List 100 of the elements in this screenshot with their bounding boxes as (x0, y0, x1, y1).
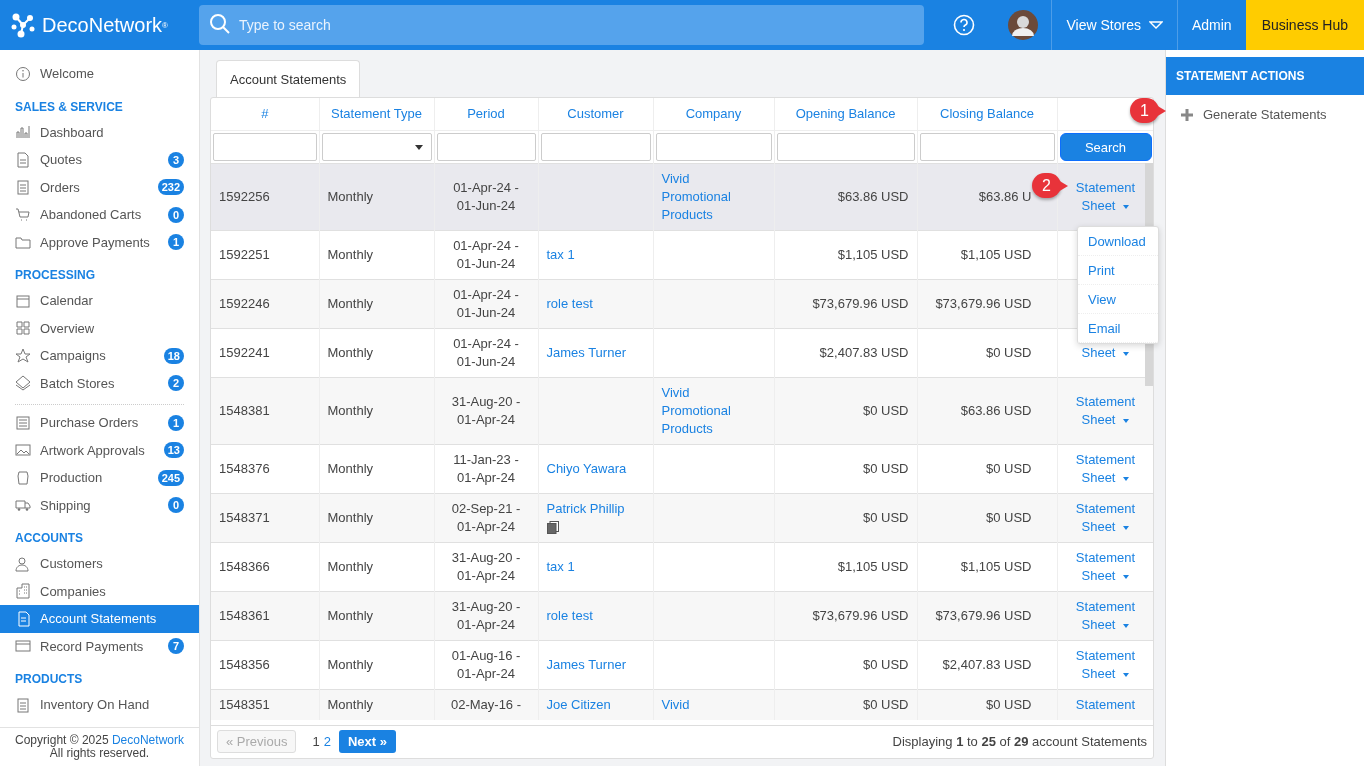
menu-item[interactable]: Email (1078, 313, 1158, 343)
brand-name[interactable]: DecoNetwork$^{®}$ (42, 10, 168, 40)
date-text: 01-Apr-24 (456, 411, 516, 429)
statement-sheet-link[interactable]: Statement (1071, 696, 1140, 714)
filter-dropdown[interactable] (321, 133, 432, 161)
column-header[interactable]: Company (653, 97, 774, 131)
sidebar-item[interactable]: Companies (0, 577, 199, 605)
statement-sheet-link[interactable]: Statement Sheet (1071, 451, 1140, 487)
table-cell: $0 USD (862, 657, 909, 672)
sidebar-item[interactable]: Dashboard (0, 118, 199, 146)
column-header[interactable]: Opening Balance (774, 97, 917, 131)
customer-link[interactable]: tax 1 (546, 247, 575, 262)
sidebar-item[interactable]: Inventory On Hand (0, 691, 199, 719)
generate-statements-link[interactable]: Generate Statements (1203, 105, 1327, 125)
statement-sheet-link[interactable]: Statement Sheet (1071, 500, 1140, 536)
caret-icon (1148, 20, 1163, 30)
date-text: 01-Apr-24 - (452, 237, 520, 255)
customer-link[interactable]: James Turner (546, 345, 626, 360)
sidebar-item[interactable]: Batch Stores 2 (0, 369, 199, 397)
table-cell: Monthly (327, 510, 374, 525)
column-header[interactable]: Period (434, 97, 538, 131)
date-text: 11-Jan-23 - (452, 451, 520, 469)
filter-field[interactable] (655, 133, 772, 161)
menu-item[interactable]: View (1078, 284, 1158, 314)
sidebar-item[interactable]: Record Payments 7 (0, 632, 199, 660)
table-cell: Monthly (327, 461, 374, 476)
section-heading: SALES & SERVICE (14, 98, 124, 116)
page-link[interactable]: 1 (312, 731, 320, 752)
search-button[interactable]: Search (1059, 133, 1152, 161)
statement-sheet-link[interactable]: Statement Sheet (1071, 179, 1140, 215)
business-hub-link[interactable]: Business Hub (1245, 0, 1364, 50)
statement-sheet-link[interactable]: Statement Sheet (1071, 549, 1140, 585)
company-link[interactable]: DecoNetwork (111, 733, 184, 747)
table-cell: 1548381 (219, 403, 270, 418)
sidebar-item[interactable]: Orders 232 (0, 173, 199, 201)
sidebar-item[interactable]: Approve Payments 1 (0, 228, 199, 256)
filter-field[interactable] (213, 133, 317, 161)
page-link[interactable]: 2 (323, 731, 331, 752)
filter-field[interactable] (436, 133, 536, 161)
customer-link[interactable]: tax 1 (546, 559, 575, 574)
avatar[interactable] (1008, 10, 1039, 40)
sidebar-item[interactable]: Quotes 3 (0, 146, 199, 174)
item-label: Purchase Orders (40, 414, 139, 432)
item-label: Welcome (40, 65, 94, 83)
sidebar-item[interactable]: Account Statements (0, 605, 199, 633)
sidebar-item[interactable]: Artwork Approvals 13 (0, 436, 199, 464)
date-text: 01-Apr-24 (456, 665, 516, 683)
customer-link[interactable]: James Turner (546, 657, 626, 672)
sidebar-item[interactable]: Calendar (0, 287, 199, 315)
info-icon (15, 65, 31, 82)
item-label: Approve Payments (40, 233, 150, 252)
copy-icon[interactable] (546, 521, 559, 535)
count-badge: 0 (168, 497, 184, 514)
sidebar-item[interactable]: Production 245 (0, 464, 199, 492)
menu-item[interactable]: Download (1078, 226, 1158, 256)
count-badge: 232 (157, 179, 184, 196)
table-cell: $0 USD (985, 345, 1032, 360)
sidebar-item[interactable]: Customers (0, 550, 199, 578)
customer-link[interactable]: role test (546, 608, 593, 623)
search-field[interactable]: Type to search (198, 5, 924, 45)
company-link[interactable]: Vivid Promotional Products (661, 170, 744, 224)
filter-field[interactable] (540, 133, 651, 161)
image-icon (15, 442, 31, 459)
table-cell: $73,679.96 USD (935, 608, 1032, 623)
count-badge: 1 (168, 234, 184, 251)
sidebar-item[interactable]: Campaigns 18 (0, 342, 199, 370)
customer-link[interactable]: Patrick Phillip (546, 501, 625, 516)
sidebar-item[interactable]: Welcome (0, 60, 199, 88)
statement-sheet-link[interactable]: Statement Sheet (1071, 393, 1140, 429)
customer-link[interactable]: role test (546, 296, 593, 311)
company-link[interactable]: Vivid Promotional Products (661, 384, 744, 438)
help-icon[interactable] (952, 14, 975, 36)
table-cell: Monthly (327, 697, 374, 712)
sidebar-item[interactable]: Abandoned Carts 0 (0, 201, 199, 229)
column-header[interactable]: Statement Type (319, 97, 434, 131)
statement-sheet-link[interactable]: Sheet (1071, 344, 1140, 362)
table-cell: 1548351 (219, 697, 270, 712)
table-cell: Monthly (327, 247, 374, 262)
column-header[interactable]: # (211, 97, 319, 131)
previous-button[interactable]: « Previous (217, 729, 297, 754)
table-cell: $1,105 USD (960, 559, 1032, 574)
sidebar-item[interactable]: Purchase Orders 1 (0, 409, 199, 437)
table-cell: 1592241 (219, 345, 270, 360)
company-link[interactable]: Vivid (661, 696, 744, 714)
tab[interactable]: Account Statements (216, 60, 361, 97)
sidebar-item[interactable]: Shipping 0 (0, 491, 199, 519)
filter-field[interactable] (776, 133, 915, 161)
statement-sheet-link[interactable]: Statement Sheet (1071, 647, 1140, 683)
statement-sheet-link[interactable]: Statement Sheet (1071, 598, 1140, 634)
column-header[interactable]: Closing Balance (917, 97, 1057, 131)
pagination-summary: Displaying 1 to 25 of 29 account Statements (892, 732, 1147, 751)
customer-link[interactable]: Chiyo Yawara (546, 461, 627, 476)
customer-link[interactable]: Joe Citizen (546, 697, 611, 712)
table-cell: Monthly (327, 559, 374, 574)
next-button[interactable]: Next » (338, 729, 396, 754)
sidebar-item[interactable]: Overview (0, 314, 199, 342)
date-text: 31-Aug-20 - (450, 549, 522, 567)
column-header[interactable]: Customer (538, 97, 653, 131)
menu-item[interactable]: Print (1078, 255, 1158, 285)
filter-field[interactable] (919, 133, 1055, 161)
